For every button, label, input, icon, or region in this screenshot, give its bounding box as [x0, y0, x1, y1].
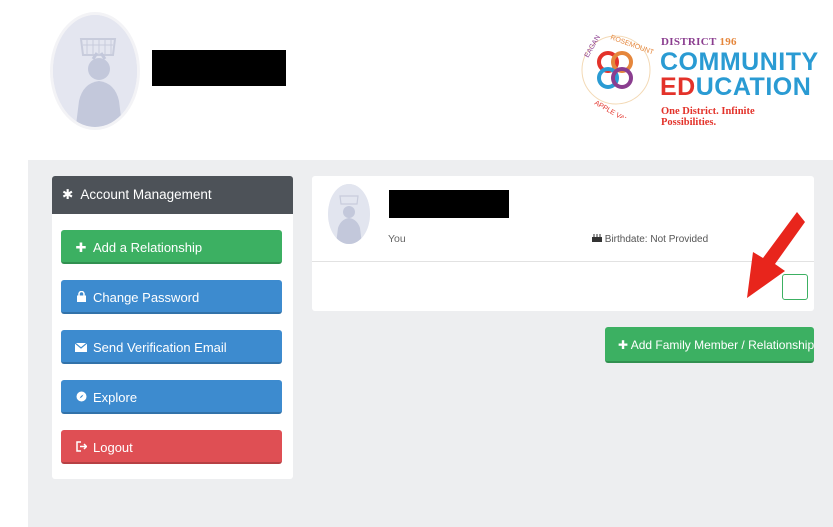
envelope-icon [74, 340, 88, 355]
main-content: ✱ Account Management ✚ Add a Relationship… [28, 160, 833, 527]
explore-button[interactable]: Explore [61, 380, 282, 414]
change-password-button[interactable]: Change Password [61, 280, 282, 314]
account-management-header: ✱ Account Management [52, 176, 293, 214]
gear-icon: ✱ [62, 187, 74, 202]
plus-icon: ✚ [618, 338, 629, 352]
account-management-panel: ✱ Account Management ✚ Add a Relationship… [52, 176, 293, 479]
red-arrow-annotation-icon [747, 212, 805, 298]
logout-button[interactable]: Logout [61, 430, 282, 464]
redacted-member-name [389, 190, 509, 218]
send-verification-email-button[interactable]: Send Verification Email [61, 330, 282, 364]
account-management-title: Account Management [80, 187, 212, 202]
sign-out-icon [74, 440, 88, 455]
member-relation: You [388, 233, 406, 245]
redacted-user-name [152, 50, 286, 86]
page-header: EAGAN ROSEMOUNT APPLE VALLEY DISTRICT 19… [0, 0, 833, 160]
svg-text:EAGAN: EAGAN [584, 34, 602, 59]
lock-icon [74, 290, 88, 305]
district-seal-icon: EAGAN ROSEMOUNT APPLE VALLEY [581, 34, 654, 118]
plus-icon: ✚ [75, 240, 87, 255]
logo-education: EDUCATION [660, 73, 812, 101]
member-avatar [328, 184, 370, 244]
birthday-cake-icon [592, 234, 605, 245]
compass-icon [74, 390, 88, 405]
add-relationship-button[interactable]: ✚ Add a Relationship [61, 230, 282, 264]
member-birthdate: Birthdate: Not Provided [592, 233, 708, 245]
add-family-member-button[interactable]: ✚ Add Family Member / Relationship [605, 327, 814, 363]
svg-text:APPLE VALLEY: APPLE VALLEY [593, 100, 640, 118]
district-196-community-education-logo: EAGAN ROSEMOUNT APPLE VALLEY DISTRICT 19… [578, 28, 818, 128]
logo-district-label: DISTRICT 196 [661, 36, 737, 48]
logo-tagline: One District. Infinite Possibilities. [661, 106, 755, 128]
profile-avatar[interactable] [50, 12, 140, 130]
